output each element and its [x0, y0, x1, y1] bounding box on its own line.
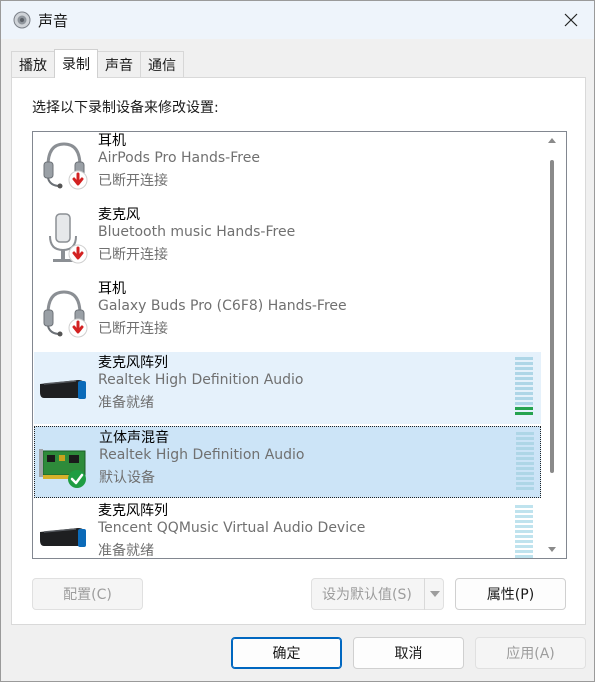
- apply-button[interactable]: 应用(A): [475, 637, 586, 669]
- level-segment: [515, 530, 533, 533]
- level-segment: [515, 357, 533, 360]
- close-button[interactable]: [548, 1, 594, 39]
- chevron-down-icon: [429, 591, 440, 597]
- level-segment: [516, 467, 534, 470]
- default-check-icon: [68, 470, 86, 488]
- level-segment: [515, 362, 533, 365]
- device-description: Bluetooth music Hands-Free: [98, 224, 296, 240]
- device-description: Galaxy Buds Pro (C6F8) Hands-Free: [98, 298, 347, 314]
- scroll-down-arrow-icon[interactable]: [548, 547, 556, 552]
- level-segment: [516, 452, 534, 455]
- close-icon: [564, 13, 578, 27]
- device-name: 麦克风阵列: [98, 355, 168, 371]
- level-segment: [515, 397, 533, 400]
- device-item[interactable]: 立体声混音 Realtek High Definition Audio 默认设备: [34, 426, 541, 498]
- instruction-label: 选择以下录制设备来修改设置:: [32, 100, 219, 116]
- set-default-button[interactable]: 设为默认值(S): [311, 578, 444, 610]
- set-default-label: 设为默认值(S): [322, 587, 412, 603]
- level-segment: [515, 555, 533, 558]
- level-segment: [515, 535, 533, 538]
- tab-playback[interactable]: 播放: [11, 51, 55, 77]
- device-status: 已断开连接: [98, 173, 168, 189]
- level-segment: [515, 510, 533, 513]
- mic-array-icon: [40, 528, 86, 547]
- device-name: 麦克风: [98, 207, 140, 223]
- configure-button[interactable]: 配置(C): [32, 578, 143, 610]
- properties-button[interactable]: 属性(P): [455, 578, 566, 610]
- level-segment: [515, 412, 533, 415]
- level-segment: [516, 477, 534, 480]
- device-status: 已断开连接: [98, 321, 168, 337]
- level-segment: [516, 462, 534, 465]
- recording-panel: 选择以下录制设备来修改设置: 耳机 AirPods Pro Hands-Free…: [11, 77, 586, 625]
- device-status: 默认设备: [99, 470, 155, 486]
- device-name: 麦克风阵列: [98, 503, 168, 519]
- mic-array-icon: [40, 380, 86, 399]
- level-segment: [516, 482, 534, 485]
- device-status: 已断开连接: [98, 247, 168, 263]
- sound-dialog: 声音 播放 录制 声音 通信 选择以下录制设备来修改设置: 耳机 AirPods…: [0, 0, 595, 682]
- level-segment: [516, 472, 534, 475]
- scroll-up-arrow-icon[interactable]: [548, 138, 556, 143]
- level-segment: [516, 487, 534, 490]
- cancel-button[interactable]: 取消: [353, 637, 464, 669]
- level-segment: [515, 377, 533, 380]
- device-item[interactable]: 麦克风 Bluetooth music Hands-Free 已断开连接: [34, 204, 541, 276]
- device-description: AirPods Pro Hands-Free: [98, 150, 260, 166]
- level-segment: [515, 545, 533, 548]
- level-segment: [516, 432, 534, 435]
- level-segment: [515, 382, 533, 385]
- device-name: 立体声混音: [99, 430, 169, 446]
- device-item[interactable]: 耳机 Galaxy Buds Pro (C6F8) Hands-Free 已断开…: [34, 278, 541, 350]
- vertical-scrollbar[interactable]: [541, 133, 565, 557]
- level-segment: [515, 525, 533, 528]
- device-name: 耳机: [98, 133, 126, 149]
- level-segment: [515, 387, 533, 390]
- device-list[interactable]: 耳机 AirPods Pro Hands-Free 已断开连接 麦克风 Blue…: [32, 131, 567, 559]
- device-item[interactable]: 麦克风阵列 Tencent QQMusic Virtual Audio Devi…: [34, 500, 541, 559]
- level-segment: [515, 505, 533, 508]
- tab-sounds[interactable]: 声音: [97, 51, 141, 77]
- disconnected-badge-icon: [68, 170, 88, 190]
- tab-communications[interactable]: 通信: [140, 51, 184, 77]
- level-segment: [515, 520, 533, 523]
- device-description: Realtek High Definition Audio: [99, 447, 305, 463]
- level-segment: [516, 447, 534, 450]
- level-meter: [516, 432, 534, 490]
- level-segment: [515, 407, 533, 410]
- device-status: 准备就绪: [98, 395, 154, 411]
- set-default-dropdown[interactable]: [424, 578, 444, 610]
- device-item[interactable]: 耳机 AirPods Pro Hands-Free 已断开连接: [34, 132, 541, 202]
- level-segment: [516, 457, 534, 460]
- ok-button[interactable]: 确定: [231, 637, 342, 669]
- device-name: 耳机: [98, 281, 126, 297]
- level-segment: [515, 392, 533, 395]
- tab-strip: 播放 录制 声音 通信: [11, 49, 184, 78]
- title-bar[interactable]: 声音: [1, 1, 594, 39]
- tab-recording[interactable]: 录制: [54, 49, 98, 78]
- level-segment: [515, 550, 533, 553]
- level-segment: [516, 442, 534, 445]
- device-status: 准备就绪: [98, 543, 154, 559]
- level-segment: [516, 437, 534, 440]
- level-segment: [515, 402, 533, 405]
- device-description: Tencent QQMusic Virtual Audio Device: [98, 520, 366, 536]
- scroll-thumb[interactable]: [550, 160, 554, 473]
- window-title: 声音: [38, 12, 69, 30]
- disconnected-badge-icon: [68, 318, 88, 338]
- level-segment: [515, 515, 533, 518]
- speaker-icon: [13, 11, 31, 29]
- level-meter: [515, 505, 533, 558]
- level-segment: [515, 540, 533, 543]
- level-segment: [515, 367, 533, 370]
- disconnected-badge-icon: [68, 244, 88, 264]
- level-segment: [515, 372, 533, 375]
- level-meter: [515, 357, 533, 415]
- device-item[interactable]: 麦克风阵列 Realtek High Definition Audio 准备就绪: [34, 352, 541, 424]
- device-description: Realtek High Definition Audio: [98, 372, 304, 388]
